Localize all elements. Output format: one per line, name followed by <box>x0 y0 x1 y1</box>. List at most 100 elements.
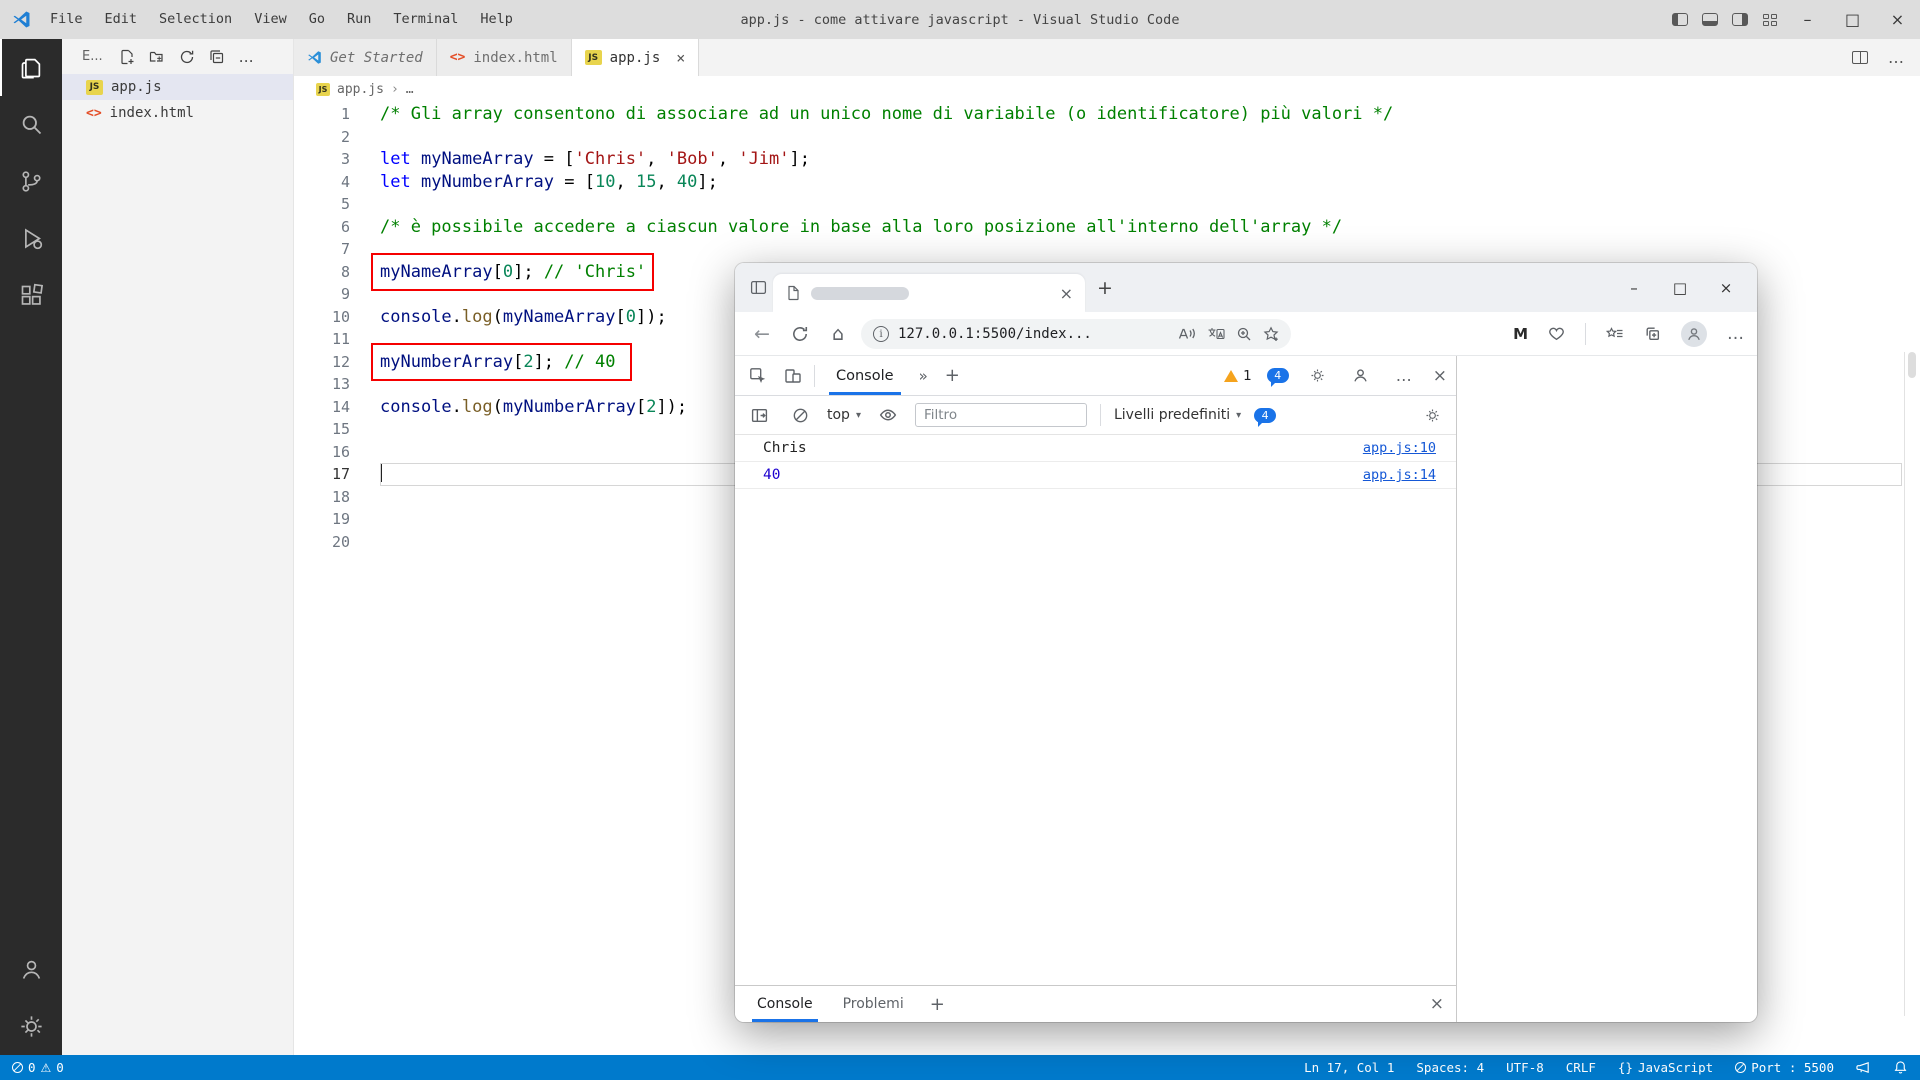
maximize-button[interactable]: □ <box>1657 263 1703 312</box>
warnings-badge[interactable]: 1 <box>1224 368 1252 384</box>
menu-edit[interactable]: Edit <box>94 0 149 39</box>
toggle-secondary-sidebar-icon[interactable] <box>1725 0 1755 39</box>
menu-selection[interactable]: Selection <box>148 0 243 39</box>
log-levels-selector[interactable]: Livelli predefiniti ▾ <box>1114 407 1241 423</box>
context-selector[interactable]: top ▾ <box>827 407 861 423</box>
favorites-icon[interactable] <box>1606 326 1624 341</box>
levels-messages-badge[interactable]: 4 <box>1254 408 1276 423</box>
read-aloud-icon[interactable] <box>1178 326 1196 341</box>
code-line-1[interactable]: 1/* Gli array consentono di associare ad… <box>294 103 1920 126</box>
minimize-button[interactable]: – <box>1611 263 1657 312</box>
code-line-2[interactable]: 2 <box>294 126 1920 149</box>
close-button[interactable]: × <box>1875 0 1920 39</box>
tab-close-icon[interactable]: × <box>1060 284 1073 303</box>
drawer-close-icon[interactable]: × <box>1430 994 1444 1014</box>
console-filter-input[interactable] <box>915 403 1087 427</box>
breadcrumb-symbol[interactable]: … <box>406 82 414 97</box>
code-line-7[interactable]: 7 <box>294 238 1920 261</box>
activity-run-debug-icon[interactable] <box>0 210 62 267</box>
indentation[interactable]: Spaces: 4 <box>1416 1060 1484 1075</box>
add-drawer-tab-icon[interactable]: + <box>924 994 951 1015</box>
add-devtools-tab-icon[interactable]: + <box>939 365 966 386</box>
code-line-6[interactable]: 6/* è possibile accedere a ciascun valor… <box>294 216 1920 239</box>
activity-source-control-icon[interactable] <box>0 153 62 210</box>
cursor-position[interactable]: Ln 17, Col 1 <box>1304 1060 1394 1075</box>
editor-more-icon[interactable]: … <box>1888 48 1904 67</box>
activity-extensions-icon[interactable] <box>0 267 62 324</box>
new-folder-icon[interactable] <box>149 49 165 65</box>
console-settings-gear-icon[interactable] <box>1418 401 1446 429</box>
code-line-4[interactable]: 4let myNumberArray = [10, 15, 40]; <box>294 171 1920 194</box>
notifications-bell-icon[interactable] <box>1893 1060 1908 1075</box>
toggle-panel-icon[interactable] <box>1695 0 1725 39</box>
extension-m-icon[interactable]: M <box>1513 325 1528 343</box>
clear-console-icon[interactable] <box>786 401 814 429</box>
split-editor-icon[interactable] <box>1852 51 1868 64</box>
console-sidebar-icon[interactable] <box>745 401 773 429</box>
tab-index-html[interactable]: <> index.html <box>437 39 572 76</box>
tab-actions-icon[interactable] <box>743 273 773 303</box>
add-favorite-star-icon[interactable] <box>1263 326 1279 342</box>
messages-badge[interactable]: 4 <box>1267 368 1289 383</box>
drawer-tab-console[interactable]: Console <box>747 986 823 1022</box>
settings-gear-icon[interactable] <box>0 998 62 1055</box>
encoding[interactable]: UTF-8 <box>1506 1060 1544 1075</box>
activity-search-icon[interactable] <box>0 96 62 153</box>
device-toolbar-icon[interactable] <box>779 362 807 390</box>
console-source-link[interactable]: app.js:14 <box>1363 467 1436 483</box>
site-info-icon[interactable]: i <box>873 326 889 342</box>
menu-help[interactable]: Help <box>469 0 524 39</box>
back-icon[interactable]: ← <box>747 319 777 349</box>
collections-icon[interactable] <box>1644 325 1661 342</box>
language-mode[interactable]: {} JavaScript <box>1618 1060 1713 1075</box>
menu-run[interactable]: Run <box>336 0 382 39</box>
refresh-explorer-icon[interactable] <box>179 49 195 65</box>
browser-essentials-icon[interactable] <box>1548 325 1565 342</box>
maximize-button[interactable]: □ <box>1830 0 1875 39</box>
activity-explorer-icon[interactable] <box>0 39 62 96</box>
devtools-close-icon[interactable]: × <box>1433 366 1447 386</box>
devtools-settings-gear-icon[interactable] <box>1304 362 1332 390</box>
address-bar[interactable]: i 127.0.0.1:5500/index... <box>861 319 1291 349</box>
file-item-index-html[interactable]: <> index.html <box>62 100 293 126</box>
breadcrumb-file[interactable]: app.js <box>337 82 384 97</box>
tab-get-started[interactable]: Get Started <box>294 39 437 76</box>
menu-file[interactable]: File <box>39 0 94 39</box>
editor-scrollbar-thumb[interactable] <box>1908 352 1916 378</box>
code-line-3[interactable]: 3let myNameArray = ['Chris', 'Bob', 'Jim… <box>294 148 1920 171</box>
eol-sequence[interactable]: CRLF <box>1566 1060 1596 1075</box>
refresh-icon[interactable] <box>785 319 815 349</box>
tab-close-icon[interactable]: × <box>676 49 685 67</box>
live-server-port[interactable]: Port : 5500 <box>1735 1060 1834 1075</box>
new-file-icon[interactable] <box>119 49 135 65</box>
toggle-sidebar-icon[interactable] <box>1665 0 1695 39</box>
profile-avatar[interactable] <box>1681 321 1707 347</box>
inspect-element-icon[interactable] <box>744 362 772 390</box>
menu-view[interactable]: View <box>243 0 298 39</box>
new-tab-button[interactable]: + <box>1097 277 1113 299</box>
live-expression-eye-icon[interactable] <box>874 401 902 429</box>
code-line-5[interactable]: 5 <box>294 193 1920 216</box>
customize-layout-icon[interactable] <box>1755 0 1785 39</box>
menu-go[interactable]: Go <box>298 0 336 39</box>
menu-terminal[interactable]: Terminal <box>382 0 469 39</box>
explorer-more-icon[interactable]: … <box>239 52 254 62</box>
devtools-more-icon[interactable]: … <box>1390 362 1418 390</box>
collapse-folders-icon[interactable] <box>209 49 225 65</box>
more-tabs-icon[interactable]: » <box>915 367 932 385</box>
minimize-button[interactable]: – <box>1785 0 1830 39</box>
drawer-tab-problemi[interactable]: Problemi <box>833 986 914 1022</box>
devtools-tab-console[interactable]: Console <box>822 356 908 395</box>
browser-tab[interactable]: × <box>773 274 1085 312</box>
home-icon[interactable]: ⌂ <box>823 319 853 349</box>
console-source-link[interactable]: app.js:10 <box>1363 440 1436 456</box>
accounts-icon[interactable] <box>0 941 62 998</box>
feedback-icon[interactable] <box>1856 1060 1871 1075</box>
problems-indicator[interactable]: 0 ⚠ 0 <box>12 1060 64 1075</box>
settings-more-icon[interactable]: … <box>1727 324 1745 344</box>
zoom-icon[interactable] <box>1236 326 1252 342</box>
translate-icon[interactable] <box>1207 326 1225 341</box>
feedback-person-icon[interactable] <box>1347 362 1375 390</box>
file-item-app-js[interactable]: JS app.js <box>62 74 293 100</box>
close-button[interactable]: × <box>1703 263 1749 312</box>
